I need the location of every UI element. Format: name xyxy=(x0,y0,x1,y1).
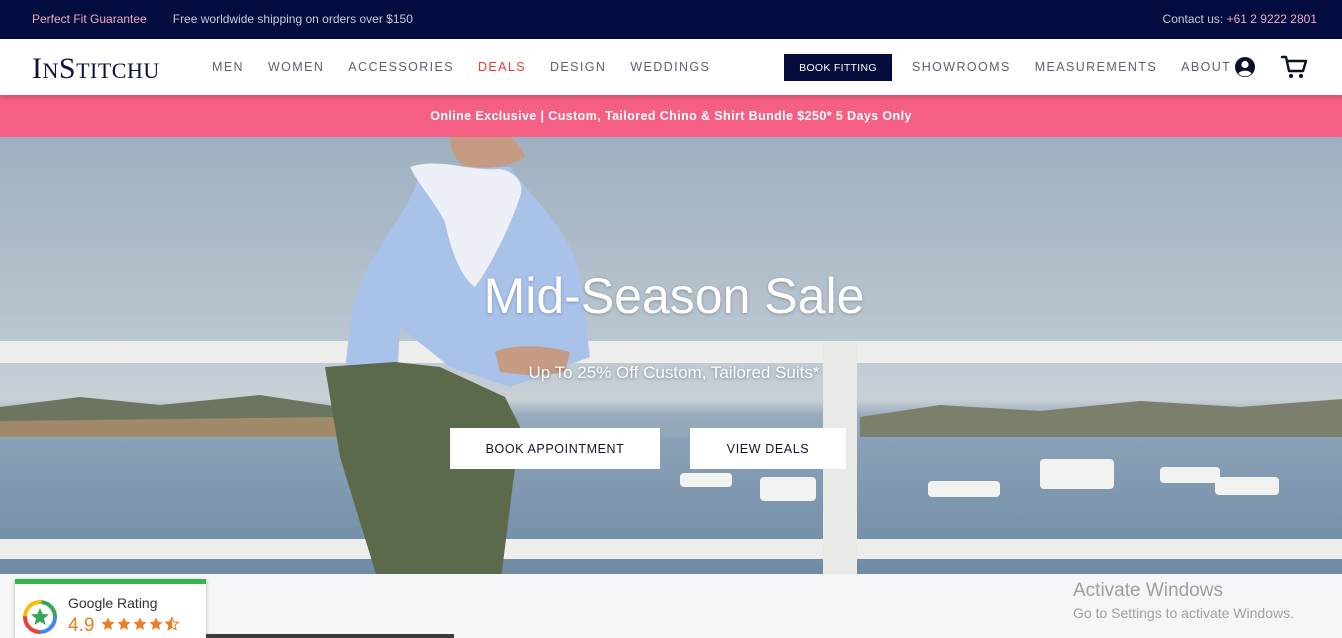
cart-icon[interactable] xyxy=(1280,54,1308,80)
star-icon xyxy=(117,617,131,630)
activate-windows-watermark: Activate Windows Go to Settings to activ… xyxy=(1073,580,1294,621)
activate-title: Activate Windows xyxy=(1073,580,1223,601)
railing xyxy=(0,341,1342,363)
shoreline-image xyxy=(0,395,1342,437)
nav-item-weddings[interactable]: WEDDINGS xyxy=(630,60,710,74)
nav-item-showrooms[interactable]: SHOWROOMS xyxy=(912,60,1011,74)
contact-phone-link[interactable]: +61 2 9222 2801 xyxy=(1227,12,1317,26)
half-star-icon xyxy=(165,617,179,631)
google-star-icon xyxy=(23,600,57,634)
user-icon[interactable] xyxy=(1234,56,1256,78)
boat-image xyxy=(760,477,816,501)
main-navigation: INSTITCHU MEN WOMEN ACCESSORIES DEALS DE… xyxy=(0,39,1342,95)
rating-score: 4.9 xyxy=(68,615,95,636)
instichu-logo[interactable]: INSTITCHU xyxy=(32,52,160,86)
railing xyxy=(0,539,1342,559)
nav-item-design[interactable]: DESIGN xyxy=(550,60,606,74)
nav-item-measurements[interactable]: MEASUREMENTS xyxy=(1035,60,1157,74)
hero-banner: Mid-Season Sale Up To 25% Off Custom, Ta… xyxy=(0,137,1342,574)
view-deals-button[interactable]: VIEW DEALS xyxy=(690,428,846,469)
nav-item-men[interactable]: MEN xyxy=(212,60,244,74)
star-icon xyxy=(101,617,115,630)
activate-subtitle: Go to Settings to activate Windows. xyxy=(1073,605,1294,621)
star-icon xyxy=(149,617,163,630)
nav-item-accessories[interactable]: ACCESSORIES xyxy=(348,60,454,74)
shipping-notice: Free worldwide shipping on orders over $… xyxy=(172,12,413,26)
rating-label: Google Rating xyxy=(68,595,158,611)
boat-image xyxy=(1040,459,1114,489)
contact-label: Contact us: xyxy=(1162,12,1224,26)
google-rating-widget[interactable]: Google Rating 4.9 xyxy=(15,579,206,638)
book-appointment-button[interactable]: BOOK APPOINTMENT xyxy=(450,428,660,469)
secondary-menu: SHOWROOMS MEASUREMENTS ABOUT xyxy=(912,60,1231,74)
contact-info: Contact us: +61 2 9222 2801 xyxy=(1163,12,1317,26)
boat-image xyxy=(680,473,732,487)
promo-banner[interactable]: Online Exclusive | Custom, Tailored Chin… xyxy=(0,95,1342,137)
perfect-fit-guarantee-link[interactable]: Perfect Fit Guarantee xyxy=(32,12,147,26)
model-image xyxy=(325,137,590,574)
top-bar: Perfect Fit Guarantee Free worldwide shi… xyxy=(0,0,1342,39)
horizontal-scrollbar[interactable] xyxy=(206,634,454,638)
star-icon xyxy=(133,617,147,630)
nav-item-about[interactable]: ABOUT xyxy=(1181,60,1231,74)
primary-menu: MEN WOMEN ACCESSORIES DEALS DESIGN WEDDI… xyxy=(212,60,710,74)
boat-image xyxy=(928,481,1000,497)
hero-title: Mid-Season Sale xyxy=(483,268,865,324)
hero-subtitle: Up To 25% Off Custom, Tailored Suits* xyxy=(528,363,820,382)
boat-image xyxy=(1160,467,1220,483)
rating-stars xyxy=(101,617,179,631)
nav-item-deals[interactable]: DEALS xyxy=(478,60,526,74)
promo-text: Online Exclusive | Custom, Tailored Chin… xyxy=(430,109,912,123)
boat-image xyxy=(1215,477,1279,495)
book-fitting-button[interactable]: BOOK FITTING xyxy=(784,54,892,81)
nav-item-women[interactable]: WOMEN xyxy=(268,60,324,74)
